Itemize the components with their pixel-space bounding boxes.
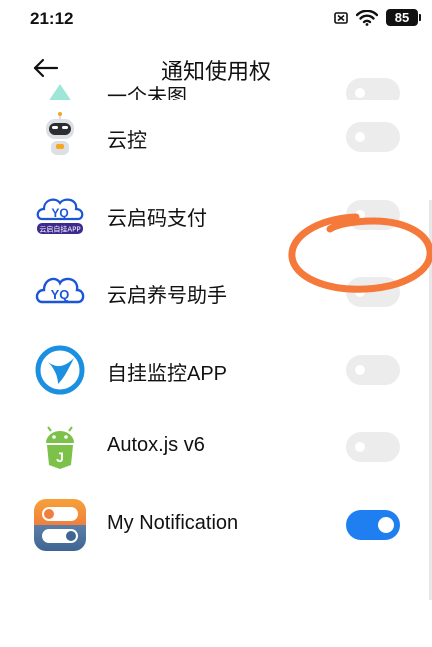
wifi-icon (356, 9, 378, 26)
list-item: My Notification (0, 488, 432, 566)
toggle-knob (355, 442, 365, 452)
yq-cloud-icon: YQ (34, 266, 86, 318)
app-icon-tree (34, 64, 86, 100)
notification-toggle[interactable] (346, 354, 400, 385)
status-icons: 85 (334, 9, 421, 26)
app-name: Autox.js v6 (107, 434, 205, 456)
status-bar: 21:12 85 (0, 0, 432, 40)
svg-text:YQ: YQ (51, 206, 68, 220)
toggle-knob (355, 132, 365, 142)
app-name: 云控 (107, 130, 147, 152)
toggle-knob (355, 364, 365, 375)
list-item: 一个未图 (0, 60, 432, 100)
toggle-knob (355, 209, 365, 220)
list-item: J Autox.js v6 (0, 410, 432, 488)
app-name: 一个未图 (107, 86, 187, 100)
app-name: 云启养号助手 (107, 285, 227, 307)
notification-muted-icon (334, 11, 348, 24)
notification-toggle[interactable] (346, 78, 400, 100)
list-item: 自挂监控APP (0, 333, 432, 411)
list-item: YQ 云启养号助手 (0, 255, 432, 333)
notification-toggle[interactable] (346, 122, 400, 152)
toggle-app-icon (34, 498, 86, 551)
icon-caption: 云启自挂APP (39, 224, 80, 233)
toggle-knob (355, 88, 365, 98)
battery-indicator: 85 (386, 9, 421, 26)
list-item: YQ 云启自挂APP 云启码支付 (0, 178, 432, 256)
app-name: My Notification (107, 511, 239, 534)
toggle-knob (355, 287, 365, 297)
app-list[interactable]: 一个未图 云控 YQ 云启自挂APP 云启码支付 YQ 云启养号助手 自挂监控A… (0, 60, 432, 647)
app-name: 云启码支付 (107, 207, 207, 230)
svg-text:YQ: YQ (51, 287, 70, 302)
robot-icon (34, 111, 86, 163)
yq-cloud-icon: YQ 云启自挂APP (34, 189, 86, 241)
notification-toggle[interactable] (346, 509, 400, 540)
battery-level: 85 (394, 10, 410, 25)
toggle-knob (378, 516, 394, 533)
android-js-icon: J (34, 421, 86, 473)
notification-toggle[interactable] (346, 432, 400, 462)
list-item: 云控 (0, 100, 432, 178)
app-name: 自挂监控APP (107, 362, 228, 385)
status-time: 21:12 (30, 9, 74, 28)
svg-text:J: J (56, 449, 64, 465)
notification-toggle[interactable] (346, 277, 400, 307)
notification-toggle[interactable] (346, 199, 400, 230)
monitor-app-icon (34, 344, 86, 396)
